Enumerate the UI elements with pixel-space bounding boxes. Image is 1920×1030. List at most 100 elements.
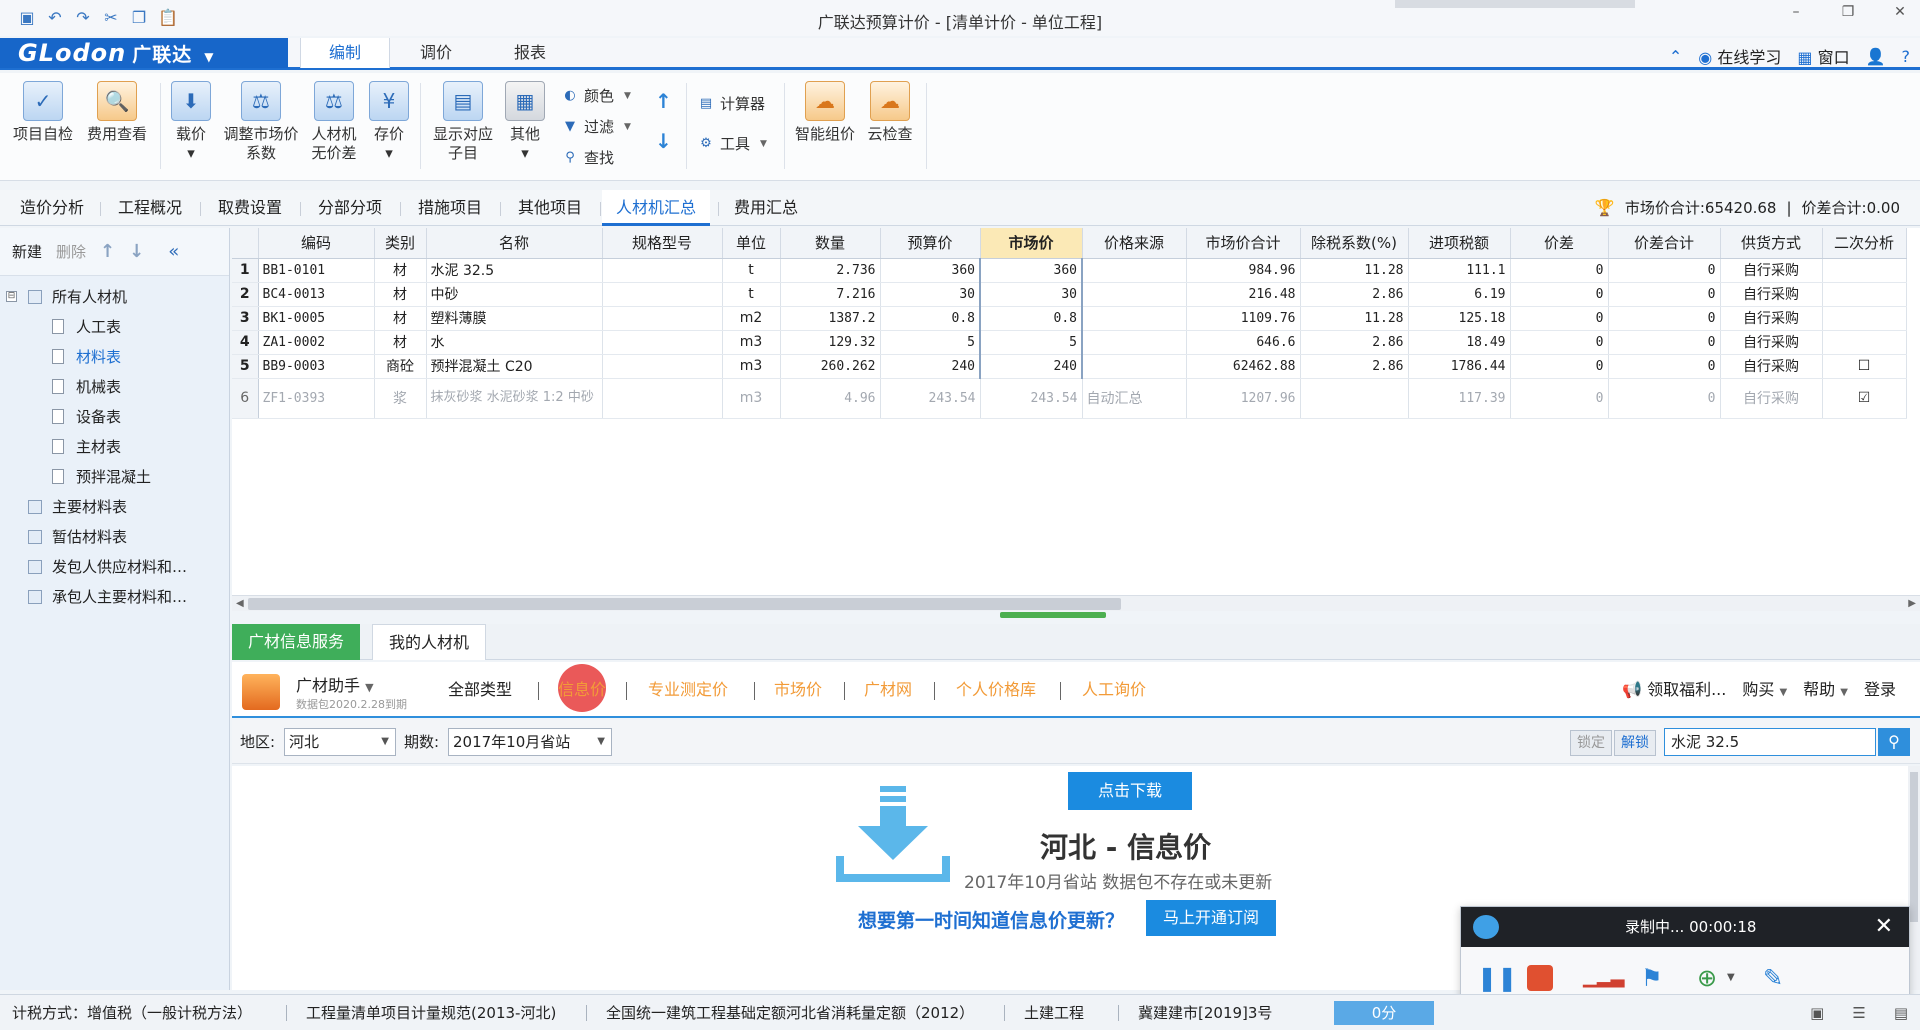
table-row[interactable]: 1 BB1-0101 材 水泥 32.5 t 2.736 360 360 984… xyxy=(232,258,1907,283)
cell-spec[interactable] xyxy=(602,378,723,419)
header-tax-rate[interactable]: 除税系数(%) xyxy=(1300,228,1409,259)
link-all-types[interactable]: 全部类型 xyxy=(448,662,512,718)
cell-analysis[interactable] xyxy=(1822,306,1907,331)
cell-diff-total[interactable]: 0 xyxy=(1608,306,1721,331)
cell-diff[interactable]: 0 xyxy=(1510,354,1609,379)
cell-diff[interactable]: 0 xyxy=(1510,306,1609,331)
help-button[interactable]: 帮助 ▼ xyxy=(1803,662,1848,721)
tab-cost-analysis[interactable]: 造价分析 xyxy=(6,190,98,226)
cell-source[interactable] xyxy=(1082,282,1187,307)
cell-tax-rate[interactable]: 2.86 xyxy=(1300,282,1409,307)
cell-type[interactable]: 浆 xyxy=(374,378,427,419)
camera-add-icon[interactable]: ⊕ xyxy=(1697,963,1717,993)
link-labor-inquiry[interactable]: 人工询价 xyxy=(1082,662,1146,718)
header-qty[interactable]: 数量 xyxy=(780,228,881,259)
cell-name[interactable]: 抹灰砂浆 水泥砂浆 1:2 中砂 xyxy=(426,378,603,419)
cell-tax[interactable]: 125.18 xyxy=(1408,306,1511,331)
chevron-down-icon[interactable]: ▼ xyxy=(204,50,214,64)
cell-qty[interactable]: 260.262 xyxy=(780,354,881,379)
panel-splitter[interactable] xyxy=(1000,612,1106,618)
tree-item-provisional[interactable]: 暂估材料表 xyxy=(0,522,229,552)
cell-code[interactable]: ZA1-0002 xyxy=(258,330,375,355)
tree-item-machinery[interactable]: 机械表 xyxy=(0,372,229,402)
header-market[interactable]: 市场价 xyxy=(980,228,1083,259)
tab-measures[interactable]: 措施项目 xyxy=(404,190,496,226)
move-up-icon[interactable]: ↑ xyxy=(655,89,672,113)
cell-name[interactable]: 预拌混凝土 C20 xyxy=(426,354,603,379)
stop-icon[interactable] xyxy=(1527,965,1553,991)
cell-code[interactable]: BC4-0013 xyxy=(258,282,375,307)
subscribe-button[interactable]: 马上开通订阅 xyxy=(1146,900,1276,936)
header-total[interactable]: 市场价合计 xyxy=(1186,228,1301,259)
cell-analysis[interactable] xyxy=(1822,258,1907,283)
unlock-button[interactable]: 解锁 xyxy=(1614,730,1656,756)
scrollbar-thumb[interactable] xyxy=(1910,772,1918,922)
cloud-check-button[interactable]: ☁ 云检查 xyxy=(862,81,918,144)
cell-name[interactable]: 水 xyxy=(426,330,603,355)
help-icon[interactable]: ? xyxy=(1902,47,1911,66)
tab-material-info-service[interactable]: 广材信息服务 xyxy=(232,624,361,660)
row-number[interactable]: 2 xyxy=(232,282,259,307)
collapse-pane-icon[interactable]: « xyxy=(168,241,179,262)
tree-item-main-materials[interactable]: 主材表 xyxy=(0,432,229,462)
cell-tax-rate[interactable] xyxy=(1300,378,1409,419)
download-button[interactable]: 点击下载 xyxy=(1068,772,1192,810)
cell-source[interactable] xyxy=(1082,306,1187,331)
cell-unit[interactable]: m3 xyxy=(722,378,781,419)
cell-tax-rate[interactable]: 2.86 xyxy=(1300,330,1409,355)
cell-diff-total[interactable]: 0 xyxy=(1608,354,1721,379)
tree-item-ready-mix[interactable]: 预拌混凝土 xyxy=(0,462,229,492)
restore-button[interactable]: ❐ xyxy=(1836,4,1860,20)
welfare-button[interactable]: 📢 领取福利... xyxy=(1622,662,1726,721)
new-button[interactable]: 新建 xyxy=(12,241,42,262)
cell-budget[interactable]: 360 xyxy=(880,258,981,283)
close-button[interactable]: ✕ xyxy=(1888,4,1912,20)
adjust-market-coef-button[interactable]: ⚖ 调整市场价 系数 xyxy=(222,81,300,163)
cell-supply[interactable]: 自行采购 xyxy=(1720,258,1823,283)
cell-spec[interactable] xyxy=(602,330,723,355)
cell-code[interactable]: BK1-0005 xyxy=(258,306,375,331)
cell-total[interactable]: 1207.96 xyxy=(1186,378,1301,419)
paste-icon[interactable]: 📋 xyxy=(158,9,178,27)
cell-qty[interactable]: 129.32 xyxy=(780,330,881,355)
lock-button[interactable]: 锁定 xyxy=(1570,730,1612,756)
cell-total[interactable]: 984.96 xyxy=(1186,258,1301,283)
cell-qty[interactable]: 7.216 xyxy=(780,282,881,307)
cell-market[interactable]: 0.8 xyxy=(979,306,1083,331)
cell-qty[interactable]: 2.736 xyxy=(780,258,881,283)
cell-market[interactable]: 240 xyxy=(979,354,1083,379)
cell-qty[interactable]: 4.96 xyxy=(780,378,881,419)
find-button[interactable]: ⚲ 查找 xyxy=(562,147,614,168)
cell-type[interactable]: 材 xyxy=(374,306,427,331)
minimize-button[interactable]: – xyxy=(1784,4,1808,20)
link-professional-price[interactable]: 专业测定价 xyxy=(648,662,728,718)
cell-name[interactable]: 中砂 xyxy=(426,282,603,307)
cell-tax-rate[interactable]: 2.86 xyxy=(1300,354,1409,379)
cell-diff[interactable]: 0 xyxy=(1510,378,1609,419)
table-row[interactable]: 2 BC4-0013 材 中砂 t 7.216 30 30 216.48 2.8… xyxy=(232,282,1907,307)
cell-type[interactable]: 材 xyxy=(374,282,427,307)
cell-supply[interactable]: 自行采购 xyxy=(1720,282,1823,307)
cell-diff-total[interactable]: 0 xyxy=(1608,282,1721,307)
cell-code[interactable]: BB9-0003 xyxy=(258,354,375,379)
flag-icon[interactable]: ⚑ xyxy=(1641,963,1663,993)
link-personal-price-lib[interactable]: 个人价格库 xyxy=(956,662,1036,718)
cell-spec[interactable] xyxy=(602,258,723,283)
link-info-price[interactable]: 信息价 xyxy=(558,662,606,718)
collapse-icon[interactable]: ⊟ xyxy=(6,291,17,302)
period-select[interactable]: 2017年10月省站 ▼ xyxy=(448,728,612,756)
tab-project-overview[interactable]: 工程概况 xyxy=(104,190,196,226)
menu-tab-report[interactable]: 报表 xyxy=(486,38,574,68)
scroll-left-icon[interactable]: ◀ xyxy=(236,596,244,612)
cell-diff[interactable]: 0 xyxy=(1510,330,1609,355)
tab-fee-settings[interactable]: 取费设置 xyxy=(204,190,296,226)
move-down-icon[interactable]: ↓ xyxy=(129,241,144,262)
save-icon[interactable]: ▣ xyxy=(18,9,36,27)
no-price-diff-button[interactable]: ⚖ 人材机 无价差 xyxy=(304,81,364,163)
tree-item-equipment[interactable]: 设备表 xyxy=(0,402,229,432)
other-button[interactable]: ▦ 其他 ▾ xyxy=(502,81,548,163)
cell-diff[interactable]: 0 xyxy=(1510,258,1609,283)
redo-icon[interactable]: ↷ xyxy=(74,9,92,27)
close-icon[interactable]: ✕ xyxy=(1875,907,1893,947)
cell-type[interactable]: 材 xyxy=(374,258,427,283)
